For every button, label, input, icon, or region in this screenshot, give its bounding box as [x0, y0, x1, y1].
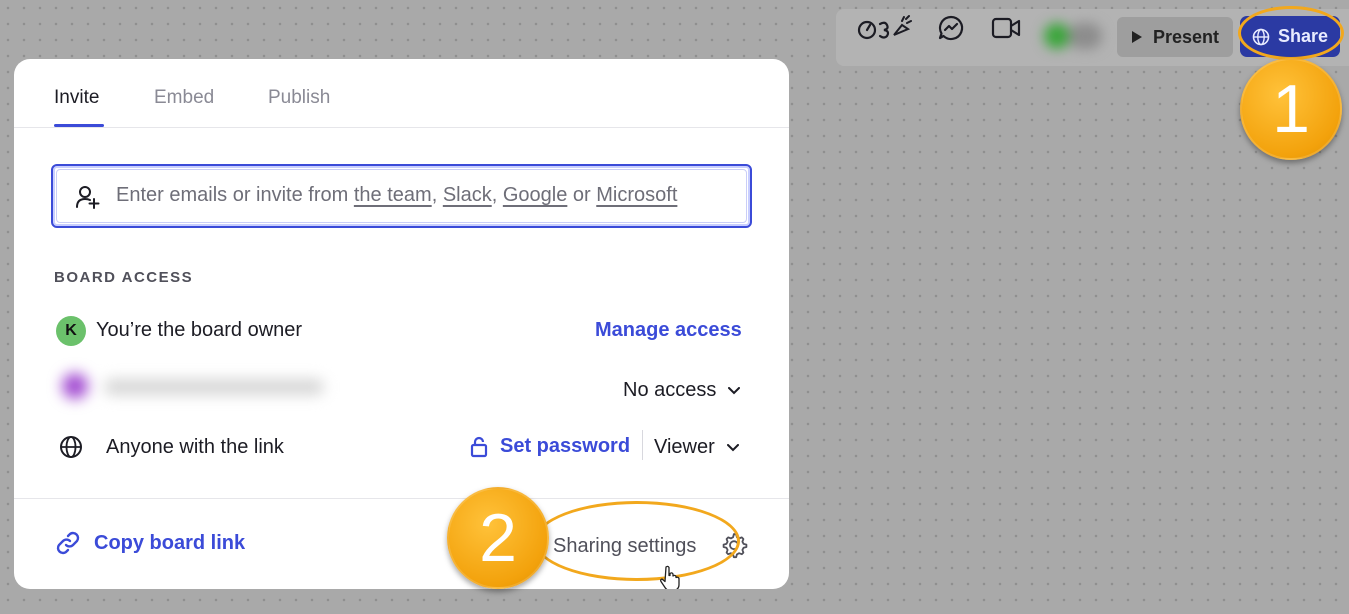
set-password-button[interactable]: Set password	[470, 435, 630, 458]
present-button[interactable]: Present	[1117, 17, 1233, 57]
manage-access-link[interactable]: Manage access	[595, 319, 742, 342]
chevron-down-icon	[726, 443, 739, 451]
invite-input[interactable]: Enter emails or invite from the team, Sl…	[51, 164, 752, 228]
invite-microsoft-link[interactable]: Microsoft	[596, 184, 677, 206]
add-user-icon	[76, 186, 100, 209]
anyone-with-link-text: Anyone with the link	[106, 436, 284, 458]
tab-publish[interactable]: Publish	[268, 87, 330, 109]
chat-icon[interactable]	[936, 12, 966, 44]
divider	[642, 430, 643, 460]
invite-team-link[interactable]: the team	[354, 184, 432, 206]
board-access-heading: BOARD ACCESS	[54, 269, 194, 286]
share-tabs: Invite Embed Publish	[14, 59, 789, 128]
set-password-label: Set password	[500, 435, 631, 457]
annotation-highlight-ring	[534, 501, 740, 581]
footer-divider	[14, 498, 789, 499]
link-role-value: Viewer	[654, 436, 715, 458]
collaborator-avatars[interactable]	[1042, 17, 1108, 57]
chevron-down-icon	[728, 386, 741, 394]
hand-cursor-icon	[660, 565, 680, 589]
tab-embed[interactable]: Embed	[154, 87, 214, 109]
present-label: Present	[1152, 26, 1220, 47]
annotation-step-badge: 1	[1240, 58, 1342, 160]
owner-text: You’re the board owner	[96, 319, 303, 341]
avatar	[1068, 23, 1102, 49]
avatar	[62, 373, 88, 399]
team-access-dropdown[interactable]: No access	[623, 379, 741, 402]
reactions-icon[interactable]	[856, 12, 912, 44]
globe-icon	[60, 436, 82, 458]
team-member-row	[54, 367, 334, 407]
copy-board-link-button[interactable]: Copy board link	[54, 529, 245, 557]
play-icon	[1131, 31, 1142, 43]
annotation-highlight-ring	[1238, 6, 1344, 60]
link-role-dropdown[interactable]: Viewer	[654, 436, 739, 459]
owner-avatar: K	[56, 316, 86, 346]
video-icon[interactable]	[990, 12, 1022, 44]
annotation-step-badge: 2	[447, 487, 549, 589]
tab-invite[interactable]: Invite	[54, 87, 99, 109]
link-icon	[56, 531, 80, 555]
copy-board-link-label: Copy board link	[94, 531, 246, 554]
active-tab-indicator	[54, 124, 104, 127]
lock-icon	[470, 436, 488, 457]
invite-placeholder: Enter emails or invite from the team, Sl…	[116, 184, 678, 206]
team-access-value: No access	[623, 379, 717, 401]
share-dialog: Invite Embed Publish Enter emails or inv…	[14, 59, 789, 589]
invite-slack-link[interactable]: Slack	[443, 184, 492, 206]
avatar	[1044, 23, 1070, 49]
invite-google-link[interactable]: Google	[503, 184, 568, 206]
invite-prefix: Enter emails or invite from	[116, 184, 354, 206]
